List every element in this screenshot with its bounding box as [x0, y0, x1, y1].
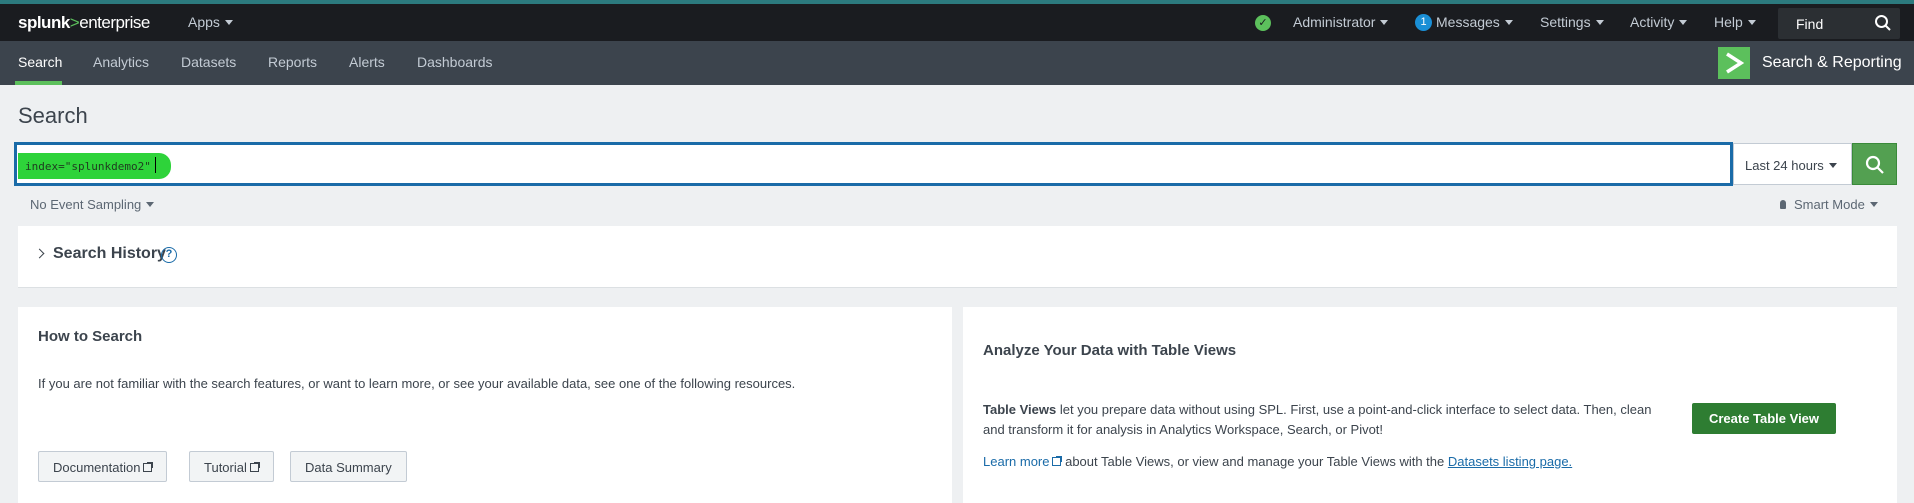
data-summary-label: Data Summary [305, 460, 392, 475]
top-bar: splunk>enterprise Apps ✓ Administrator 1… [0, 0, 1914, 41]
search-mode-label: Smart Mode [1794, 197, 1865, 212]
help-menu[interactable]: Help [1714, 14, 1756, 30]
time-range-picker[interactable]: Last 24 hours [1733, 143, 1852, 185]
splunk-logo[interactable]: splunk>enterprise [18, 13, 150, 33]
external-link-icon [249, 462, 260, 472]
user-label: Administrator [1293, 14, 1376, 30]
help-icon[interactable]: ? [161, 247, 177, 263]
health-status-icon[interactable]: ✓ [1255, 15, 1271, 31]
table-views-body: let you prepare data without using SPL. … [983, 402, 1652, 437]
learn-more-link[interactable]: Learn more [983, 454, 1063, 469]
data-summary-button[interactable]: Data Summary [290, 451, 407, 482]
search-button[interactable] [1852, 143, 1897, 185]
chevron-right-icon[interactable] [34, 248, 45, 259]
find-input[interactable]: Find [1778, 8, 1900, 39]
documentation-button[interactable]: Documentation [38, 451, 168, 482]
external-link-icon [1052, 456, 1063, 466]
chevron-down-icon [1504, 19, 1513, 25]
activity-menu[interactable]: Activity [1630, 14, 1688, 30]
learn-more-line: Learn more about Table Views, or view an… [983, 452, 1683, 472]
search-query[interactable]: index="splunkdemo2" [18, 153, 171, 179]
messages-menu[interactable]: 1 Messages [1415, 13, 1513, 32]
app-bar: Search Analytics Datasets Reports Alerts… [0, 41, 1914, 85]
tutorial-label: Tutorial [204, 460, 247, 475]
table-views-card: Analyze Your Data with Table Views Table… [963, 307, 1897, 503]
chevron-down-icon [1679, 19, 1688, 25]
search-input[interactable]: index="splunkdemo2" [15, 143, 1732, 185]
chevron-down-icon [224, 19, 233, 25]
tab-reports[interactable]: Reports [268, 54, 317, 70]
event-sampling-menu[interactable]: No Event Sampling [30, 197, 155, 212]
card-title: Analyze Your Data with Table Views [983, 342, 1237, 359]
chevron-right-icon [1726, 52, 1745, 74]
app-name[interactable]: Search & Reporting [1762, 54, 1902, 72]
chevron-down-icon [1869, 202, 1878, 208]
learn-more-rest: about Table Views, or view and manage yo… [1061, 454, 1448, 469]
search-mode-menu[interactable]: Smart Mode [1780, 197, 1878, 212]
documentation-label: Documentation [53, 460, 141, 475]
tab-alerts[interactable]: Alerts [349, 54, 385, 70]
help-label: Help [1714, 14, 1743, 30]
search-history-panel: Search History ? [18, 226, 1897, 288]
learn-more-label: Learn more [983, 454, 1050, 469]
settings-menu[interactable]: Settings [1540, 14, 1604, 30]
find-label: Find [1796, 16, 1824, 32]
external-link-icon [143, 462, 154, 472]
tab-dashboards[interactable]: Dashboards [417, 54, 493, 70]
logo-gt: > [69, 13, 80, 32]
settings-label: Settings [1540, 14, 1591, 30]
apps-menu[interactable]: Apps [188, 14, 233, 30]
table-views-lead: Table Views [983, 402, 1057, 417]
logo-brand: splunk [18, 13, 70, 32]
messages-label: Messages [1436, 14, 1500, 30]
text-cursor [154, 157, 156, 173]
datasets-listing-link[interactable]: Datasets listing page. [1448, 454, 1572, 469]
app-icon[interactable] [1718, 47, 1750, 79]
active-tab-indicator [15, 81, 62, 85]
search-icon [1865, 155, 1884, 174]
apps-label: Apps [188, 14, 220, 30]
search-history-toggle[interactable]: Search History [53, 245, 166, 263]
time-range-label: Last 24 hours [1745, 158, 1824, 173]
tab-search[interactable]: Search [18, 54, 62, 70]
create-table-view-button[interactable]: Create Table View [1692, 403, 1836, 434]
chevron-down-icon [1828, 163, 1837, 169]
card-title: How to Search [38, 328, 143, 345]
tab-datasets[interactable]: Datasets [181, 54, 236, 70]
page-title: Search [18, 103, 88, 128]
chevron-down-icon [146, 202, 155, 208]
tutorial-button[interactable]: Tutorial [189, 451, 274, 482]
table-views-text: Table Views let you prepare data without… [983, 400, 1663, 440]
how-to-text: If you are not familiar with the search … [38, 376, 796, 391]
chevron-down-icon [1595, 19, 1604, 25]
logo-product: enterprise [79, 13, 150, 32]
search-icon [1875, 15, 1891, 31]
how-to-search-card: How to Search If you are not familiar wi… [18, 307, 952, 503]
user-menu[interactable]: Administrator [1293, 14, 1389, 30]
bulb-icon [1780, 200, 1786, 210]
chevron-down-icon [1380, 19, 1389, 25]
chevron-down-icon [1747, 19, 1756, 25]
messages-count-badge: 1 [1415, 13, 1432, 31]
query-text: index="splunkdemo2" [25, 160, 151, 173]
activity-label: Activity [1630, 14, 1675, 30]
event-sampling-label: No Event Sampling [30, 197, 142, 212]
tab-analytics[interactable]: Analytics [93, 54, 149, 70]
